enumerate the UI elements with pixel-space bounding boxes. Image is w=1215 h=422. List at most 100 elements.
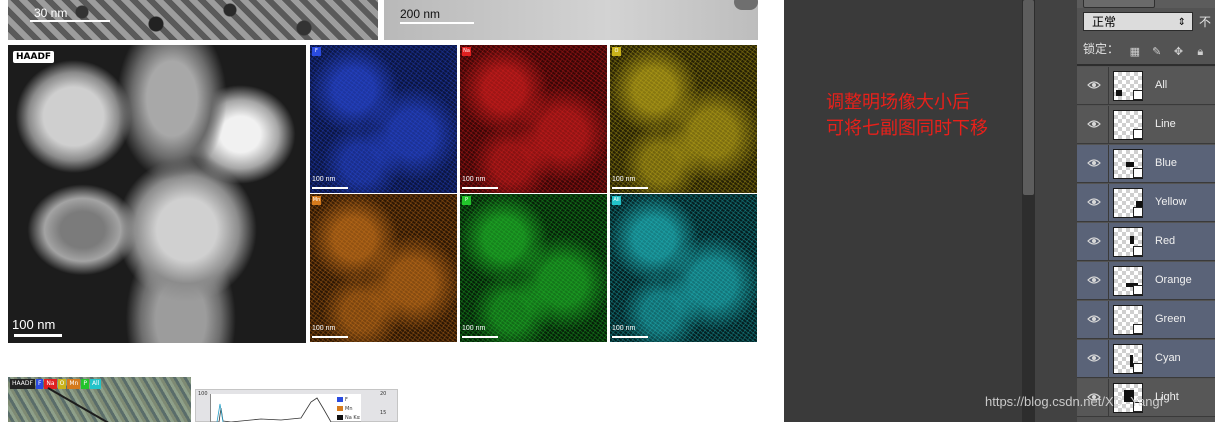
element-tag: Na — [462, 47, 471, 56]
legend-chip: Mn — [67, 379, 81, 389]
plot-legend-label: Na Kα — [345, 414, 360, 421]
smart-object-badge-icon — [1133, 246, 1143, 256]
layer-name[interactable]: Red — [1155, 235, 1175, 247]
lock-row: 锁定： ▦ ✎ ✥ 🔒︎ — [1083, 37, 1215, 61]
smart-object-badge-icon — [1133, 129, 1143, 139]
particle — [734, 0, 758, 10]
eye-visibility-icon[interactable] — [1087, 275, 1101, 285]
scale-bar — [462, 187, 498, 189]
lock-all-padlock-icon[interactable]: 🔒︎ — [1194, 46, 1206, 58]
lock-paint-brush-icon[interactable]: ✎ — [1151, 46, 1163, 58]
opacity-label: 不 — [1199, 15, 1212, 29]
thumbnail-content — [1116, 90, 1122, 96]
scale-label: 200 nm — [400, 7, 441, 21]
layer-row-line[interactable]: Line — [1077, 106, 1215, 144]
column-divider — [1108, 106, 1109, 144]
watermark: https://blog.csdn.net/XD_Yangf — [985, 394, 1164, 409]
layer-name[interactable]: Green — [1155, 313, 1186, 325]
layer-name[interactable]: Orange — [1155, 274, 1192, 286]
chevron-updown-icon: ⇕ — [1177, 17, 1186, 28]
legend-chip: O — [57, 379, 67, 389]
thumbnail-content — [1130, 236, 1134, 244]
annotation-line: 调整明场像大小后 — [826, 92, 970, 113]
element-map-na: Na 100 nm — [460, 45, 607, 193]
layer-row-orange[interactable]: Orange — [1077, 262, 1215, 300]
divider — [1077, 64, 1215, 66]
scale-label: 100 nm — [612, 325, 636, 332]
column-divider — [1108, 301, 1109, 339]
layer-name[interactable]: All — [1155, 79, 1167, 91]
smart-object-badge-icon — [1133, 324, 1143, 334]
blend-mode-value: 正常 — [1092, 15, 1117, 29]
plot-area: F Mn Na Kα — [210, 394, 361, 422]
smart-object-badge-icon — [1133, 90, 1143, 100]
element-map-all: All 100 nm — [610, 194, 757, 342]
axis-label: 15 — [380, 410, 387, 416]
smart-object-badge-icon — [1133, 207, 1143, 217]
eye-visibility-icon[interactable] — [1087, 353, 1101, 363]
axis-label: 20 — [380, 391, 387, 397]
smart-object-badge-icon — [1133, 363, 1143, 373]
layer-name[interactable]: Line — [1155, 118, 1176, 130]
scale-label: 100 nm — [462, 325, 486, 332]
column-divider — [1108, 145, 1109, 183]
eye-visibility-icon[interactable] — [1087, 119, 1101, 129]
scale-bar — [612, 187, 648, 189]
lock-transparency-icon[interactable]: ▦ — [1129, 46, 1141, 58]
scale-bar — [14, 334, 62, 337]
blend-mode-select[interactable]: 正常 ⇕ — [1083, 12, 1193, 31]
document-canvas[interactable]: 30 nm 200 nm HAADF 100 nm F 100 nm Na 100 n… — [0, 0, 784, 422]
scale-label: 100 nm — [312, 325, 336, 332]
scale-label: 100 nm — [12, 317, 56, 332]
annotation-line: 可将七副图同时下移 — [826, 118, 988, 139]
layer-name[interactable]: Yellow — [1155, 196, 1186, 208]
eye-visibility-icon[interactable] — [1087, 158, 1101, 168]
haadf-image: HAADF 100 nm — [8, 45, 306, 343]
composite-legend: HAADF F Na O Mn P All — [10, 379, 102, 389]
panel-tab-button[interactable] — [1083, 0, 1155, 8]
line-profile-plot: 100 F Mn Na Kα 20 15 — [195, 389, 398, 422]
lock-position-move-icon[interactable]: ✥ — [1173, 46, 1185, 58]
legend-chip: HAADF — [10, 379, 35, 389]
layer-name[interactable]: Cyan — [1155, 352, 1181, 364]
panel-gutter — [1035, 0, 1077, 422]
layer-row-red[interactable]: Red — [1077, 223, 1215, 261]
eye-visibility-icon[interactable] — [1087, 314, 1101, 324]
layer-row-all[interactable]: All — [1077, 67, 1215, 105]
scale-bar — [312, 336, 348, 338]
plot-legend-label: Mn — [345, 405, 353, 412]
layer-name[interactable]: Blue — [1155, 157, 1177, 169]
scale-label: 100 nm — [312, 176, 336, 183]
annotation-text: 调整明场像大小后 可将七副图同时下移 — [826, 90, 988, 142]
haadf-label: HAADF — [13, 51, 55, 63]
element-map-p: P 100 nm — [460, 194, 607, 342]
scale-label: 30 nm — [34, 6, 68, 20]
element-map-mn: Mn 100 nm — [310, 194, 457, 342]
legend-chip: F — [35, 379, 44, 389]
plot-legend: F Mn Na Kα — [337, 395, 360, 422]
canvas-scrollbar-thumb[interactable] — [1023, 0, 1034, 195]
sem-image-top-right: 200 nm — [384, 0, 758, 40]
element-tag: F — [312, 47, 321, 56]
scale-label: 100 nm — [612, 176, 636, 183]
column-divider — [1108, 223, 1109, 261]
column-divider — [1108, 67, 1109, 105]
sem-image-top-left: 30 nm — [8, 0, 378, 40]
eye-visibility-icon[interactable] — [1087, 197, 1101, 207]
layer-row-yellow[interactable]: Yellow — [1077, 184, 1215, 222]
layer-row-green[interactable]: Green — [1077, 301, 1215, 339]
composite-map-thumbnail: HAADF F Na O Mn P All — [8, 377, 191, 422]
element-tag: P — [462, 196, 471, 205]
layer-row-cyan[interactable]: Cyan — [1077, 340, 1215, 378]
lock-label: 锁定： — [1083, 42, 1120, 56]
eye-visibility-icon[interactable] — [1087, 236, 1101, 246]
layer-row-blue[interactable]: Blue — [1077, 145, 1215, 183]
scale-bar — [30, 20, 110, 22]
legend-chip: P — [81, 379, 89, 389]
element-map-f: F 100 nm — [310, 45, 457, 193]
workspace-background — [784, 0, 1022, 422]
smart-object-badge-icon — [1133, 285, 1143, 295]
eye-visibility-icon[interactable] — [1087, 80, 1101, 90]
axis-label: 100 — [198, 391, 208, 397]
element-tag: Mn — [312, 196, 321, 205]
